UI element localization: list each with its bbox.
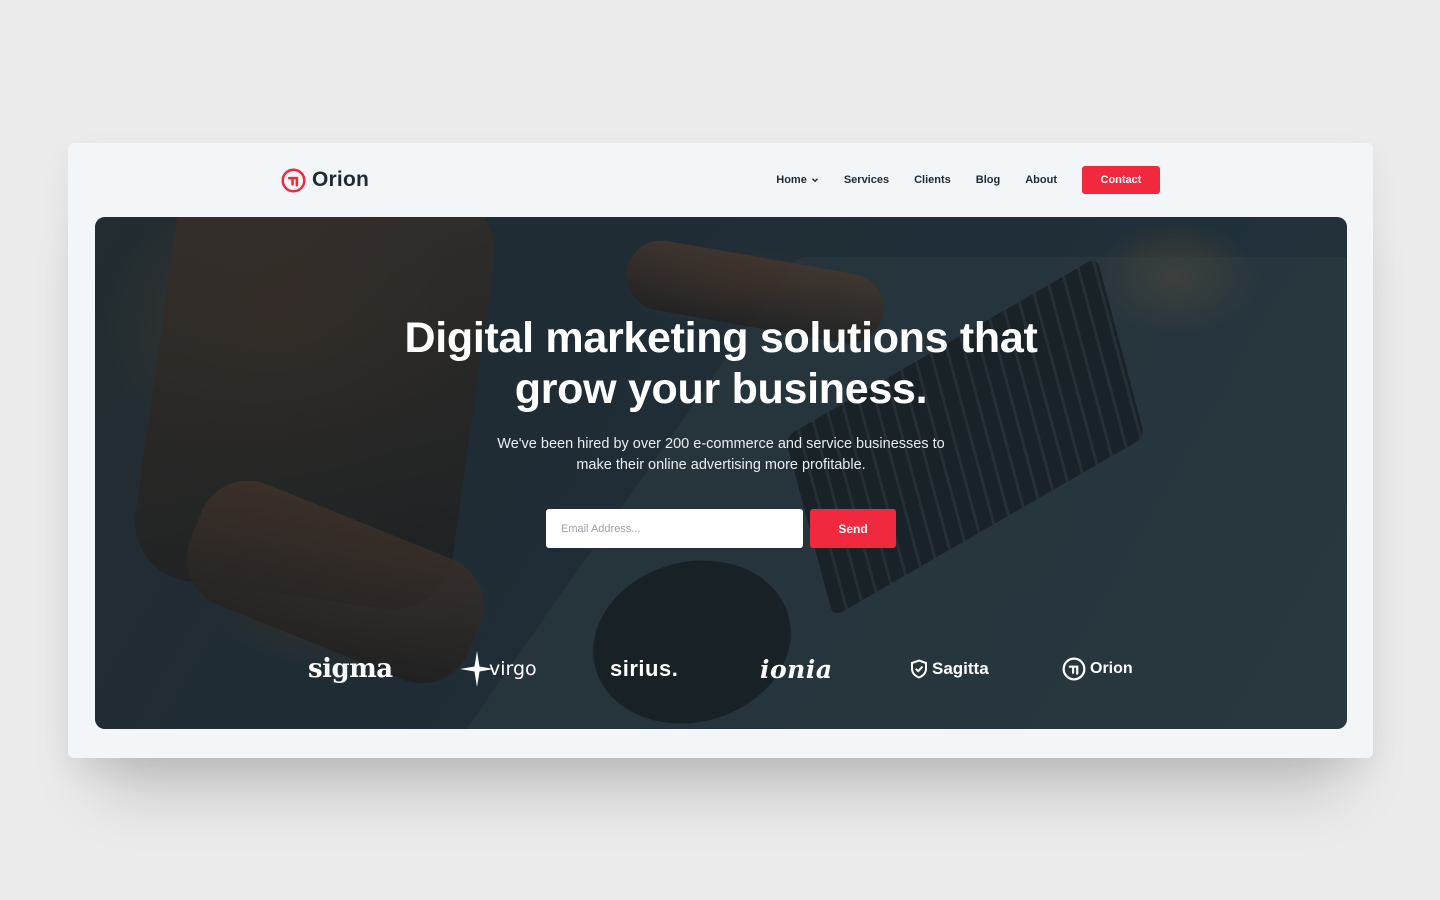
hero-title-line-1: Digital marketing solutions that (404, 314, 1038, 362)
logo-text: Orion (312, 168, 369, 191)
brand-logo-orion: Orion (1062, 647, 1133, 691)
brand-logo-virgo: virgo (459, 647, 537, 691)
brand-name: ionia (760, 654, 833, 684)
brand-logo-sagitta: Sagitta (910, 647, 989, 691)
hero-subtitle-line-2: make their online advertising more profi… (576, 457, 866, 473)
send-button[interactable]: Send (810, 509, 896, 548)
hero-subtitle: We've been hired by over 200 e-commerce … (483, 434, 959, 476)
nav-item-about[interactable]: About (1025, 174, 1057, 186)
nav-item-home[interactable]: Home (776, 174, 819, 186)
brand-logos: sigma virgo sirius. ionia Sagitta Orion (95, 647, 1347, 691)
hero-title-line-2: grow your business. (514, 365, 928, 413)
brand-name: sirius. (610, 656, 679, 681)
brand-name: Sagitta (932, 659, 989, 678)
hero-section: Digital marketing solutions that grow yo… (95, 217, 1347, 729)
hero-subtitle-line-1: We've been hired by over 200 e-commerce … (497, 436, 945, 452)
chevron-down-icon (811, 178, 818, 183)
nav-item-services[interactable]: Services (844, 174, 889, 186)
shield-check-icon (911, 659, 927, 679)
brand-logo-sigma: sigma (308, 647, 393, 691)
hero-title: Digital marketing solutions that grow yo… (95, 313, 1347, 415)
orion-logo-icon (281, 167, 306, 193)
site-logo[interactable]: Orion (281, 167, 369, 193)
brand-logo-ionia: ionia (760, 647, 833, 691)
brand-name: sigma (308, 654, 393, 684)
main-nav: Home Services Clients Blog About Contact (776, 166, 1160, 194)
nav-item-clients[interactable]: Clients (914, 174, 951, 186)
page-card: Orion Home Services Clients Blog About C… (68, 143, 1373, 758)
nav-item-blog[interactable]: Blog (976, 174, 1000, 186)
brand-name: virgo (489, 658, 537, 680)
contact-button[interactable]: Contact (1082, 166, 1160, 194)
brand-name: Orion (1090, 660, 1133, 677)
brand-logo-sirius: sirius. (610, 647, 678, 691)
orion-logo-icon (1062, 657, 1086, 681)
nav-item-home-label: Home (776, 174, 807, 186)
email-input[interactable] (546, 509, 803, 548)
